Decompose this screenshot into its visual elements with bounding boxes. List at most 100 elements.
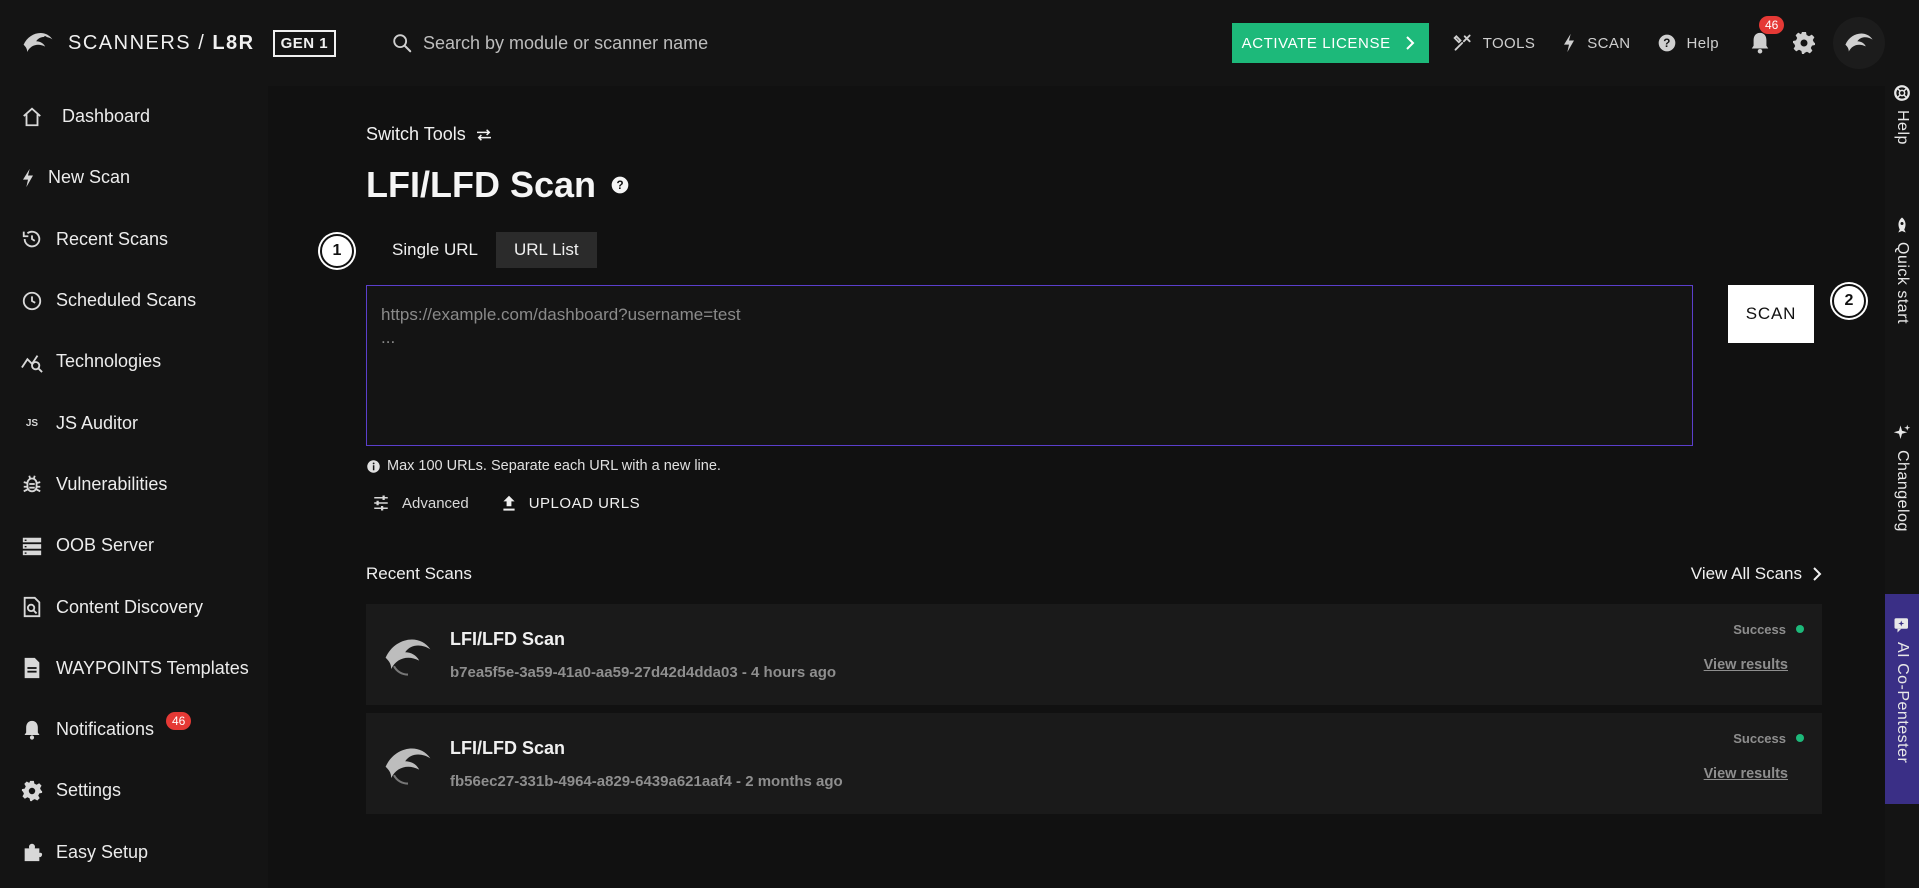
swap-arrows-icon [476, 128, 491, 141]
rail-help-label: Help [1894, 110, 1911, 145]
advanced-options-button[interactable]: Advanced [372, 494, 469, 512]
gear-icon [20, 779, 44, 803]
gear-icon [1793, 32, 1815, 54]
upload-icon [503, 495, 515, 511]
rail-ai-label: AI Co-Pentester [1894, 642, 1911, 764]
scan-card-body: LFI/LFD Scan fb56ec27-331b-4964-a829-643… [450, 738, 1638, 790]
scan-button[interactable]: SCAN [1728, 285, 1814, 343]
clock-icon [20, 289, 44, 313]
bug-icon [20, 472, 44, 496]
recent-scan-card[interactable]: LFI/LFD Scan fb56ec27-331b-4964-a829-643… [366, 713, 1822, 814]
history-icon [20, 227, 44, 251]
sidebar-item-scheduled-scans[interactable]: Scheduled Scans [0, 270, 268, 331]
status-dot-icon [1796, 625, 1804, 633]
page-title-text: LFI/LFD Scan [366, 164, 597, 205]
bolt-icon [20, 166, 36, 190]
notification-count-badge: 46 [1759, 16, 1785, 34]
sidebar-item-vulnerabilities[interactable]: Vulnerabilities [0, 454, 268, 515]
switch-tools-button[interactable]: Switch Tools [366, 124, 492, 145]
sidebar-item-settings[interactable]: Settings [0, 760, 268, 821]
scan-link[interactable]: SCAN [1561, 33, 1630, 53]
scan-name: LFI/LFD Scan [450, 737, 566, 758]
search-input[interactable] [423, 32, 1123, 54]
sidebar-item-label: Content Discovery [56, 596, 204, 617]
notifications-button[interactable]: 46 [1745, 16, 1785, 58]
scan-name: LFI/LFD Scan [450, 628, 566, 649]
view-results-link[interactable]: View results [1704, 766, 1788, 782]
chart-search-icon [20, 350, 44, 374]
sidebar-item-js-auditor[interactable]: JS JS Auditor [0, 392, 268, 453]
sidebar-item-notifications[interactable]: Notifications 46 [0, 699, 268, 760]
main-content: Switch Tools LFI/LFD Scan ? 1 Single URL… [268, 86, 1885, 888]
step-marker-1: 1 [320, 234, 354, 268]
scan-card-body: LFI/LFD Scan b7ea5f5e-3a59-41a0-aa59-27d… [450, 629, 1638, 681]
chevron-right-icon [1813, 567, 1822, 581]
url-list-input[interactable] [366, 285, 1693, 446]
tools-label: TOOLS [1482, 34, 1536, 52]
sidebar-item-oob-server[interactable]: OOB Server [0, 515, 268, 576]
search-bar [391, 32, 1191, 54]
svg-text:?: ? [1663, 37, 1670, 50]
tools-link[interactable]: TOOLS [1453, 33, 1536, 53]
sidebar: Dashboard New Scan Recent Scans Schedule… [0, 86, 268, 888]
sidebar-item-dashboard[interactable]: Dashboard [0, 86, 268, 147]
view-all-label: View All Scans [1690, 564, 1802, 583]
rail-tab-help[interactable]: Help [1885, 84, 1919, 145]
view-results-link[interactable]: View results [1704, 657, 1788, 673]
help-link[interactable]: ? Help [1657, 33, 1719, 53]
url-limit-hint: Max 100 URLs. Separate each URL with a n… [366, 458, 721, 474]
status-text: Success [1733, 621, 1786, 637]
scan-card-status-area: Success View results [1638, 620, 1804, 690]
sidebar-item-label: Dashboard [62, 106, 151, 127]
user-avatar[interactable] [1833, 17, 1885, 69]
status-dot-icon [1796, 734, 1804, 742]
sidebar-item-content-discovery[interactable]: Content Discovery [0, 576, 268, 637]
rail-quick-start-label: Quick start [1894, 242, 1911, 324]
puzzle-icon [20, 840, 44, 864]
settings-button[interactable] [1789, 28, 1819, 58]
chevron-right-icon [1405, 36, 1415, 50]
sidebar-item-easy-setup[interactable]: Easy Setup [0, 822, 268, 883]
sliders-icon [374, 495, 388, 511]
bolt-icon [1564, 33, 1575, 53]
rail-tab-changelog[interactable]: Changelog [1885, 424, 1919, 532]
activate-license-label: ACTIVATE LICENSE [1241, 34, 1391, 52]
help-circle-icon[interactable]: ? [610, 175, 630, 195]
notifications-count-badge: 46 [166, 711, 192, 730]
bird-logo-icon [385, 747, 431, 785]
ai-chat-icon [1894, 618, 1908, 633]
recent-scans-header: Recent Scans View All Scans [366, 564, 1822, 584]
tools-icon [1453, 34, 1471, 51]
sidebar-item-new-scan[interactable]: New Scan [0, 147, 268, 208]
svg-text:?: ? [616, 179, 623, 192]
right-rail: Help Quick start Changelog AI Co-Pentest… [1885, 0, 1919, 888]
gen-badge: GEN 1 [272, 29, 337, 57]
upload-urls-button[interactable]: UPLOAD URLS [501, 494, 640, 512]
file-icon [20, 656, 44, 680]
sidebar-item-label: Vulnerabilities [56, 473, 168, 494]
view-all-scans-link[interactable]: View All Scans [1691, 564, 1822, 584]
activate-license-button[interactable]: ACTIVATE LICENSE [1231, 23, 1429, 63]
rail-tab-quick-start[interactable]: Quick start [1885, 216, 1919, 324]
upload-urls-label: UPLOAD URLS [528, 494, 641, 512]
sidebar-item-technologies[interactable]: Technologies [0, 331, 268, 392]
recent-scans-title: Recent Scans [366, 564, 472, 583]
top-bar: SCANNERS / L8R GEN 1 ACTIVATE LICENSE TO… [0, 0, 1885, 86]
brand[interactable]: SCANNERS / L8R GEN 1 [0, 25, 357, 61]
tab-url-list[interactable]: URL List [496, 232, 597, 268]
sidebar-item-recent-scans[interactable]: Recent Scans [0, 209, 268, 270]
switch-tools-label: Switch Tools [366, 124, 466, 144]
recent-scan-card[interactable]: LFI/LFD Scan b7ea5f5e-3a59-41a0-aa59-27d… [366, 604, 1822, 705]
top-actions: ACTIVATE LICENSE TOOLS SCAN ? Help 46 [1231, 0, 1885, 86]
bell-icon [1751, 32, 1769, 54]
scan-card-status-area: Success View results [1638, 729, 1804, 799]
sidebar-item-label: Recent Scans [56, 228, 169, 249]
rail-changelog-label: Changelog [1894, 450, 1911, 532]
scan-meta: fb56ec27-331b-4964-a829-6439a621aaf4 - 2… [450, 772, 843, 790]
lifebuoy-icon [1894, 85, 1910, 101]
sidebar-item-waypoints-templates[interactable]: WAYPOINTS Templates [0, 638, 268, 699]
rail-tab-ai-co-pentester[interactable]: AI Co-Pentester [1885, 594, 1919, 804]
sidebar-item-label: Scheduled Scans [56, 290, 197, 311]
sidebar-item-label: Settings [56, 780, 122, 801]
tab-single-url[interactable]: Single URL [374, 232, 496, 268]
